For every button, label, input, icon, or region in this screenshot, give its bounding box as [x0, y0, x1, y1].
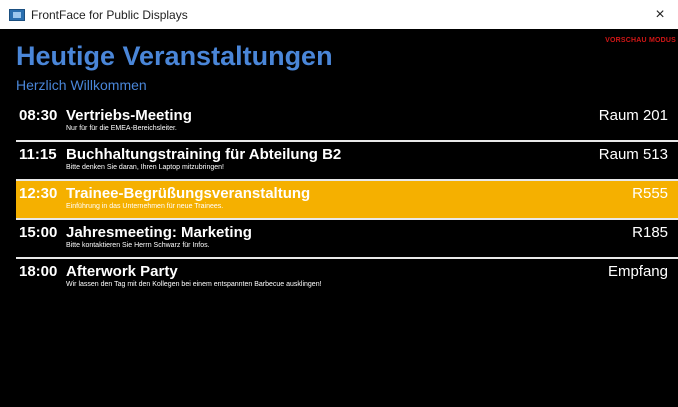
event-description: Nur für für die EMEA-Bereichsleiter. [66, 125, 177, 132]
event-room: Empfang [607, 263, 668, 280]
event-room: R185 [632, 224, 668, 241]
event-title: Trainee-Begrüßungsveranstaltung [66, 185, 311, 202]
event-time: 08:30 [19, 107, 58, 124]
window-title: FrontFace for Public Displays [31, 7, 188, 22]
event-time: 12:30 [19, 185, 58, 202]
event-row-highlighted: 12:30 Trainee-Begrüßungsveranstaltung Ei… [16, 181, 678, 218]
event-row: 08:30 Vertriebs-Meeting Nur für für die … [16, 103, 678, 140]
event-title: Jahresmeeting: Marketing [66, 224, 252, 241]
event-time: 18:00 [19, 263, 58, 280]
event-title: Vertriebs-Meeting [66, 107, 192, 124]
page-subtitle: Herzlich Willkommen [16, 77, 147, 93]
event-list: 08:30 Vertriebs-Meeting Nur für für die … [16, 103, 678, 296]
display-content: VORSCHAU MODUS Heutige Veranstaltungen H… [0, 29, 678, 407]
title-bar[interactable]: FrontFace for Public Displays × [0, 0, 678, 29]
event-description: Bitte denken Sie daran, Ihren Laptop mit… [66, 164, 224, 171]
event-room: Raum 201 [598, 107, 668, 124]
app-window: FrontFace for Public Displays × VORSCHAU… [0, 0, 678, 407]
event-row: 15:00 Jahresmeeting: Marketing Bitte kon… [16, 220, 678, 257]
event-time: 15:00 [19, 224, 58, 241]
event-room: Raum 513 [598, 146, 668, 163]
event-row: 18:00 Afterwork Party Wir lassen den Tag… [16, 259, 678, 296]
event-room: R555 [632, 185, 668, 202]
event-description: Wir lassen den Tag mit den Kollegen bei … [66, 281, 322, 288]
event-row: 11:15 Buchhaltungstraining für Abteilung… [16, 142, 678, 179]
page-title: Heutige Veranstaltungen [16, 41, 333, 71]
event-description: Einführung in das Unternehmen für neue T… [66, 203, 224, 210]
event-title: Afterwork Party [66, 263, 178, 280]
event-time: 11:15 [19, 146, 57, 163]
preview-mode-badge: VORSCHAU MODUS [605, 37, 676, 44]
app-icon [9, 8, 25, 21]
close-button[interactable]: × [642, 0, 678, 29]
event-description: Bitte kontaktieren Sie Herrn Schwarz für… [66, 242, 210, 249]
event-title: Buchhaltungstraining für Abteilung B2 [66, 146, 342, 163]
